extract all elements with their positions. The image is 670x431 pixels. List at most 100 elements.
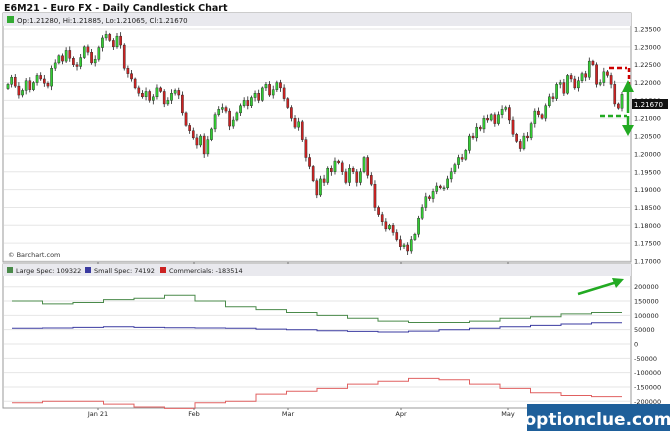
- price-tick-label: 1.23000: [634, 43, 661, 51]
- candle-body: [362, 157, 366, 172]
- candle-body: [587, 60, 591, 78]
- candle-body: [468, 135, 471, 151]
- candle-body: [359, 171, 362, 183]
- price-tick-label: 1.18000: [634, 222, 661, 230]
- candle-body: [32, 82, 35, 90]
- candle-body: [442, 187, 446, 190]
- candle-body: [431, 191, 435, 199]
- candle-body: [101, 37, 104, 48]
- candle-body: [24, 80, 28, 91]
- candle-body: [242, 100, 246, 106]
- candle-body: [195, 137, 199, 146]
- candle-body: [584, 73, 587, 78]
- candle-body: [97, 47, 101, 60]
- cot-tick-label: 0: [634, 341, 638, 349]
- price-tick-label: 1.20500: [634, 133, 661, 141]
- candle-body: [573, 78, 577, 89]
- candle-body: [297, 121, 300, 128]
- candle-body: [224, 107, 228, 112]
- candle-body: [72, 58, 75, 65]
- x-tick-label: Feb: [188, 410, 200, 418]
- chart-title: E6M21 - Euro FX - Daily Candlestick Char…: [4, 3, 228, 14]
- x-tick-label: May: [501, 410, 515, 418]
- candle-body: [598, 82, 602, 85]
- cot-tick-label: -100000: [634, 369, 661, 377]
- candle-body: [395, 232, 399, 240]
- candle-body: [337, 160, 340, 164]
- candle-body: [537, 110, 540, 115]
- candle-body: [424, 196, 428, 208]
- candle-body: [293, 118, 297, 128]
- candle-body: [555, 84, 558, 99]
- candle-body: [13, 76, 17, 87]
- candle-body: [279, 82, 282, 89]
- candle-body: [199, 135, 202, 146]
- candle-body: [526, 135, 529, 139]
- candle-body: [569, 75, 573, 80]
- candle-body: [380, 214, 384, 222]
- candle-body: [304, 139, 308, 158]
- candle-body: [188, 125, 191, 131]
- cot-panel-frame: [2, 263, 632, 409]
- candle-body: [595, 64, 598, 85]
- candle-body: [155, 87, 159, 98]
- candle-body: [591, 60, 595, 65]
- candle-body: [529, 123, 533, 139]
- candle-body: [122, 44, 126, 69]
- candle-body: [533, 110, 537, 124]
- candle-body: [68, 50, 72, 59]
- candle-body: [191, 130, 195, 139]
- price-tick-label: 1.23500: [634, 26, 661, 34]
- candle-body: [406, 244, 409, 252]
- x-tick-label: Jan 21: [87, 410, 108, 418]
- candle-body: [300, 121, 304, 140]
- candle-body: [515, 134, 518, 142]
- candle-body: [322, 178, 326, 183]
- candle-body: [464, 150, 468, 160]
- candle-body: [173, 90, 177, 94]
- legend-swatch-commercials: [160, 267, 166, 273]
- price-tick-label: 1.19000: [634, 186, 661, 194]
- candle-body: [82, 46, 86, 58]
- candle-body: [518, 141, 522, 149]
- candle-body: [326, 167, 330, 183]
- candle-body: [566, 75, 569, 94]
- candle-body: [257, 93, 261, 101]
- cot-tick-label: 100000: [634, 312, 659, 320]
- candle-body: [246, 100, 250, 106]
- candle-body: [181, 94, 184, 114]
- candle-body: [159, 87, 162, 92]
- candle-body: [271, 89, 275, 96]
- price-tick-label: 1.22500: [634, 61, 661, 69]
- candle-body: [388, 225, 391, 230]
- price-tick-label: 1.17000: [634, 258, 661, 266]
- candle-body: [86, 46, 90, 53]
- candle-body: [57, 55, 61, 64]
- candle-body: [508, 107, 511, 121]
- candle-body: [544, 105, 548, 119]
- candle-body: [497, 114, 500, 124]
- legend-commercials: Commercials: -183514: [169, 267, 243, 275]
- candle-body: [108, 34, 112, 41]
- candle-body: [446, 178, 449, 189]
- candle-body: [148, 91, 152, 101]
- candle-body: [264, 84, 268, 89]
- candle-body: [522, 135, 526, 149]
- candle-body: [409, 239, 413, 252]
- candle-body: [202, 135, 206, 155]
- candle-body: [90, 52, 93, 64]
- candle-body: [115, 35, 119, 48]
- candle-body: [482, 118, 486, 130]
- candle-body: [504, 107, 508, 110]
- candle-body: [119, 35, 122, 46]
- candle-body: [311, 166, 315, 181]
- candle-body: [17, 85, 21, 96]
- candle-body: [144, 91, 148, 98]
- candle-body: [75, 64, 79, 67]
- cot-tick-label: -150000: [634, 383, 661, 391]
- ohlc-legend-swatch: [7, 16, 14, 23]
- candle-body: [64, 50, 68, 62]
- candle-body: [308, 157, 311, 167]
- ohlc-readout: Op:1.21280, Hi:1.21885, Lo:1.21065, Cl:1…: [17, 17, 188, 25]
- candle-body: [391, 225, 395, 233]
